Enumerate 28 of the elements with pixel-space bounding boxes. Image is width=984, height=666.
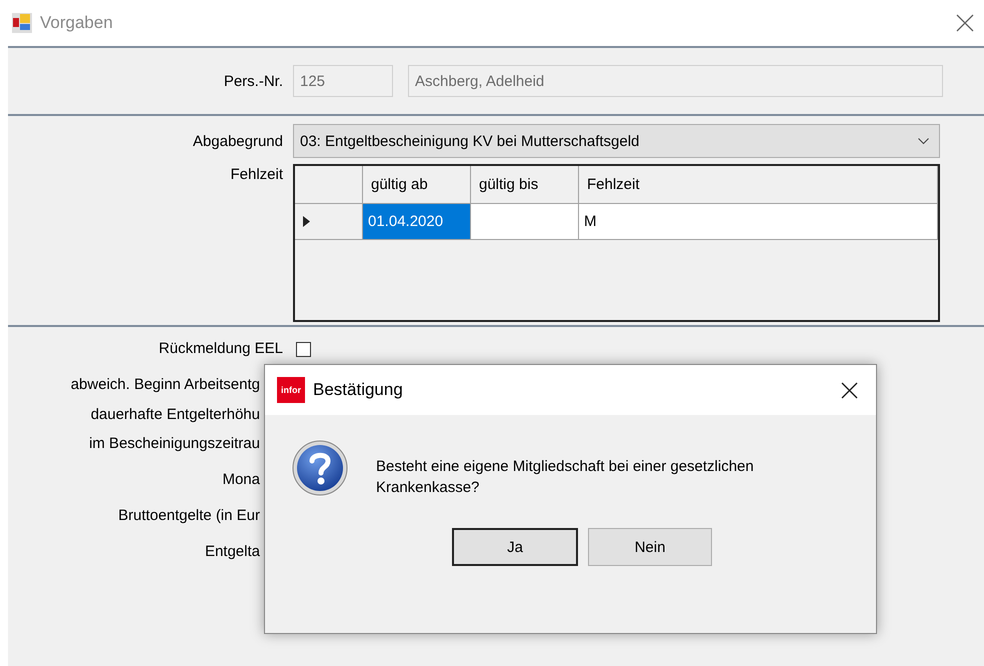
dialog-title: Bestätigung bbox=[313, 380, 404, 400]
column-header[interactable]: Fehlzeit bbox=[579, 166, 938, 203]
question-icon bbox=[292, 440, 348, 496]
field-label: Fehlzeit bbox=[230, 166, 283, 183]
field-label: Pers.-Nr. bbox=[224, 72, 283, 90]
chevron-icon bbox=[918, 138, 929, 144]
field-label: Abgabegrund bbox=[192, 132, 283, 150]
field-label: dauerhafte Entgelterhöhu bbox=[90, 406, 260, 423]
field-label: Bruttoentgelte (in Eur bbox=[118, 507, 260, 524]
reason-dropdown[interactable]: 03: Entgeltbescheinigung KV bei Mutterschaftsgeld bbox=[293, 124, 940, 158]
column-header[interactable]: gültig bis bbox=[471, 166, 579, 203]
dialog-message: Besteht eine eigene Mitgliedschaft bei einer gesetzlichen Krankenkasse? bbox=[376, 457, 755, 498]
app-icon bbox=[12, 13, 32, 33]
field-label: abweich. Beginn Arbeitsentg bbox=[70, 376, 260, 393]
personnel-number-field: 125 bbox=[293, 65, 393, 97]
close-icon[interactable] bbox=[841, 382, 858, 398]
field-label: Mona bbox=[222, 471, 260, 488]
table-cell[interactable]: 01.04.2020 bbox=[363, 204, 471, 239]
field-label: Entgelta bbox=[204, 543, 260, 560]
name-field: Aschberg, Adelheid bbox=[408, 65, 943, 97]
column-header[interactable]: gültig ab bbox=[363, 166, 471, 203]
field-label: im Bescheinigungszeitrau bbox=[89, 435, 260, 452]
field-label: Rückmeldung EEL bbox=[158, 340, 283, 357]
dialog-button[interactable]: Nein bbox=[588, 528, 712, 566]
checkbox[interactable] bbox=[296, 342, 311, 357]
dialog-button[interactable]: Ja bbox=[452, 528, 578, 566]
window-title: Vorgaben bbox=[40, 13, 114, 33]
logo: infor bbox=[277, 377, 305, 403]
